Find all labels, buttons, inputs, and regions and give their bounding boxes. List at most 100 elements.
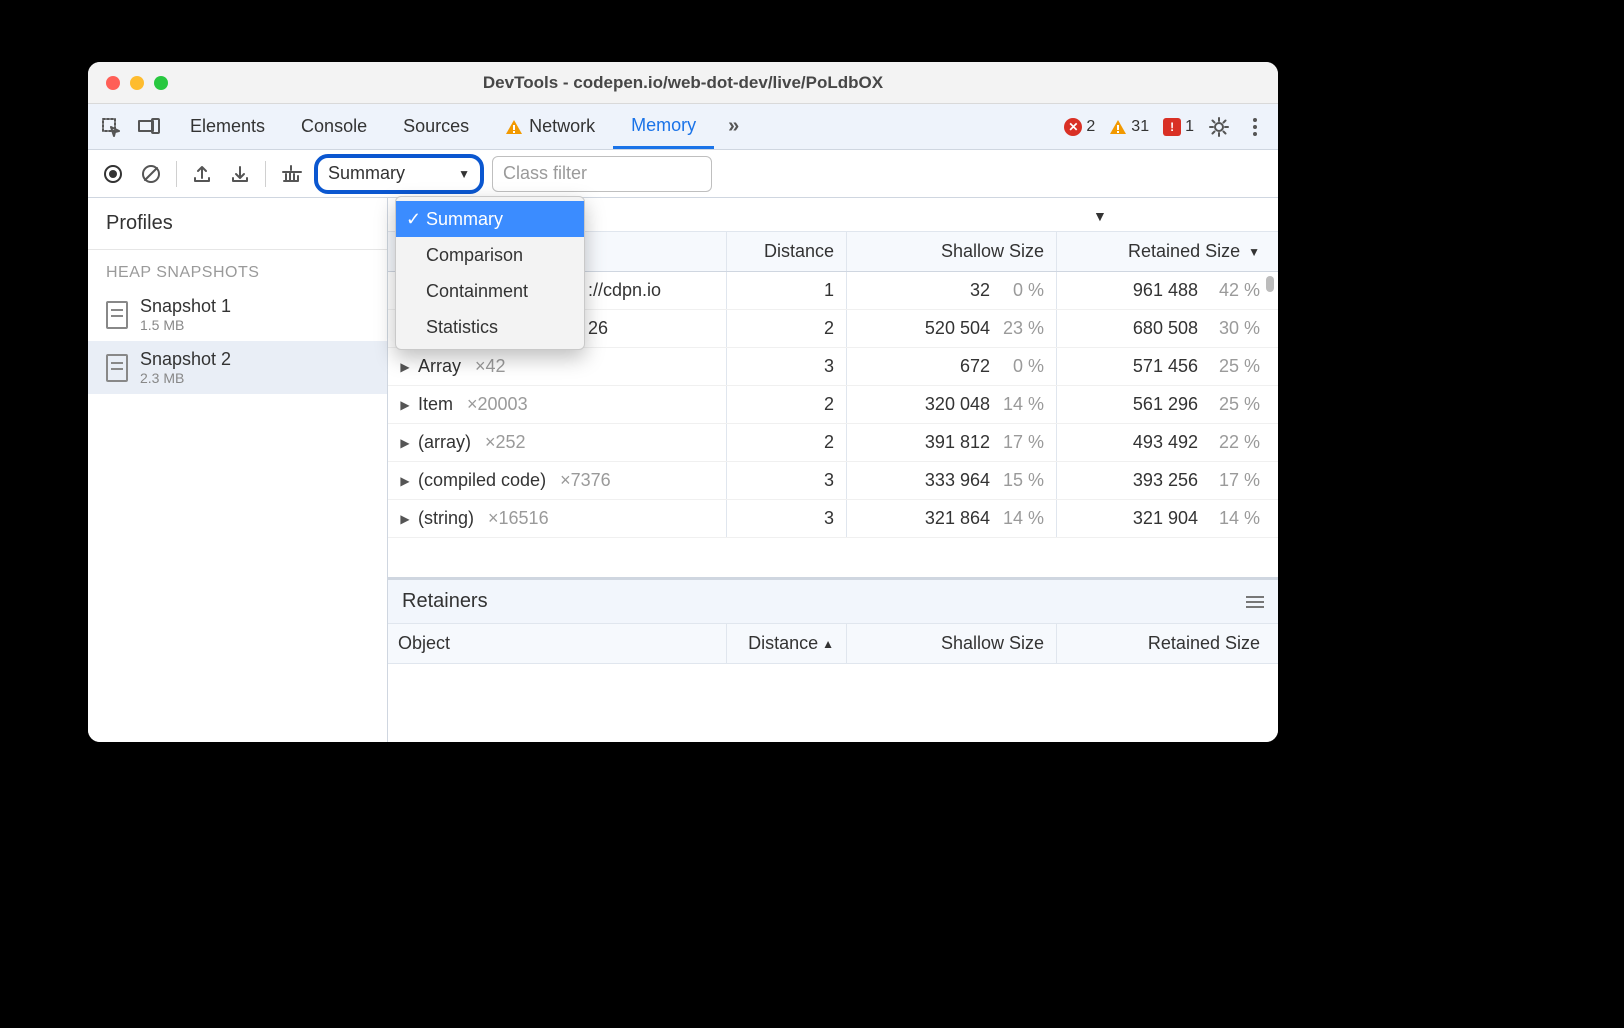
- ret-col-retained[interactable]: Retained Size: [1056, 624, 1278, 663]
- row-name: Item: [418, 394, 453, 415]
- disclosure-icon[interactable]: ▶: [398, 512, 412, 526]
- row-shallow-pct: 0 %: [1000, 356, 1044, 377]
- zoom-window-button[interactable]: [154, 76, 168, 90]
- inspect-element-icon[interactable]: [96, 112, 126, 142]
- view-select-label: Summary: [328, 163, 405, 184]
- row-shallow-pct: 17 %: [1000, 432, 1044, 453]
- tab-network[interactable]: Network: [487, 104, 613, 149]
- dropdown-label: Statistics: [426, 317, 498, 338]
- retainers-menu-icon[interactable]: [1246, 596, 1264, 608]
- kebab-menu-icon[interactable]: [1240, 112, 1270, 142]
- class-filter-input[interactable]: [492, 156, 712, 192]
- table-row[interactable]: ▶ (compiled code) ×7376 3 333 96415 % 39…: [388, 462, 1278, 500]
- snapshot-icon: [106, 354, 128, 382]
- col-label: Shallow Size: [941, 241, 1044, 262]
- row-retained-pct: 17 %: [1216, 470, 1260, 491]
- device-toolbar-icon[interactable]: [134, 112, 164, 142]
- tab-sources[interactable]: Sources: [385, 104, 487, 149]
- row-retained-pct: 30 %: [1216, 318, 1260, 339]
- col-label: Retained Size: [1148, 633, 1260, 654]
- row-shallow: 321 864: [910, 508, 990, 529]
- col-distance[interactable]: Distance: [726, 232, 846, 271]
- devtools-tabbar: Elements Console Sources Network Memory …: [88, 104, 1278, 150]
- more-tabs-button[interactable]: »: [722, 115, 745, 138]
- retainers-header: Retainers: [388, 580, 1278, 624]
- scrollbar[interactable]: [1266, 276, 1274, 292]
- warning-count-badge[interactable]: 31: [1105, 118, 1153, 136]
- col-label: Distance: [748, 633, 818, 654]
- table-row[interactable]: ▶ Array ×42 3 6720 % 571 45625 %: [388, 348, 1278, 386]
- tab-memory[interactable]: Memory: [613, 104, 714, 149]
- tab-console[interactable]: Console: [283, 104, 385, 149]
- row-shallow-pct: 14 %: [1000, 394, 1044, 415]
- row-retained: 321 904: [1118, 508, 1198, 529]
- row-name: ://cdpn.io: [588, 280, 661, 301]
- col-retained[interactable]: Retained Size ▼: [1056, 232, 1278, 271]
- row-shallow-pct: 0 %: [1000, 280, 1044, 301]
- collect-garbage-icon[interactable]: [276, 159, 306, 189]
- view-select[interactable]: Summary ▼: [314, 154, 484, 194]
- dropdown-item-summary[interactable]: Summary: [396, 201, 584, 237]
- retainers-pane: Retainers Object Distance ▲ Shallow Size…: [388, 577, 1278, 742]
- snapshot-icon: [106, 301, 128, 329]
- tab-label: Network: [529, 116, 595, 137]
- sort-asc-icon: ▲: [822, 637, 834, 651]
- close-window-button[interactable]: [106, 76, 120, 90]
- row-name: (array): [418, 432, 471, 453]
- record-button[interactable]: [98, 159, 128, 189]
- snapshot-text: Snapshot 1 1.5 MB: [140, 296, 231, 333]
- snapshot-text: Snapshot 2 2.3 MB: [140, 349, 231, 386]
- snapshot-name: Snapshot 1: [140, 296, 231, 317]
- row-retained: 571 456: [1118, 356, 1198, 377]
- row-retained-pct: 14 %: [1216, 508, 1260, 529]
- disclosure-icon[interactable]: ▶: [398, 398, 412, 412]
- row-retained: 393 256: [1118, 470, 1198, 491]
- row-retained-pct: 22 %: [1216, 432, 1260, 453]
- memory-toolbar: Summary ▼ Summary Comparison Containment…: [88, 150, 1278, 198]
- minimize-window-button[interactable]: [130, 76, 144, 90]
- row-distance: 2: [824, 394, 834, 415]
- separator: [176, 161, 177, 187]
- dropdown-label: Containment: [426, 281, 528, 302]
- table-row[interactable]: ▶ Item ×20003 2 320 04814 % 561 29625 %: [388, 386, 1278, 424]
- ret-col-object[interactable]: Object: [388, 633, 726, 654]
- row-retained: 961 488: [1118, 280, 1198, 301]
- error-count-badge[interactable]: ✕ 2: [1060, 118, 1099, 136]
- col-label: Shallow Size: [941, 633, 1044, 654]
- row-retained-pct: 25 %: [1216, 356, 1260, 377]
- disclosure-icon[interactable]: ▶: [398, 474, 412, 488]
- retainers-columns: Object Distance ▲ Shallow Size Retained …: [388, 624, 1278, 664]
- error-count: 2: [1086, 118, 1095, 136]
- table-row[interactable]: ▶ (array) ×252 2 391 81217 % 493 49222 %: [388, 424, 1278, 462]
- dropdown-item-comparison[interactable]: Comparison: [396, 237, 584, 273]
- window-titlebar: DevTools - codepen.io/web-dot-dev/live/P…: [88, 62, 1278, 104]
- snapshot-item[interactable]: Snapshot 1 1.5 MB: [88, 288, 387, 341]
- dropdown-item-containment[interactable]: Containment: [396, 273, 584, 309]
- disclosure-icon[interactable]: ▶: [398, 360, 412, 374]
- error-icon: ✕: [1064, 118, 1082, 136]
- col-shallow[interactable]: Shallow Size: [846, 232, 1056, 271]
- row-distance: 2: [824, 318, 834, 339]
- tab-label: Memory: [631, 115, 696, 136]
- warning-count: 31: [1131, 118, 1149, 136]
- settings-gear-icon[interactable]: [1204, 112, 1234, 142]
- main-area: Profiles HEAP SNAPSHOTS Snapshot 1 1.5 M…: [88, 198, 1278, 742]
- tab-label: Elements: [190, 116, 265, 137]
- load-profile-icon[interactable]: [187, 159, 217, 189]
- tab-elements[interactable]: Elements: [172, 104, 283, 149]
- panel-tabs: Elements Console Sources Network Memory: [172, 104, 714, 149]
- table-row[interactable]: ▶ (string) ×16516 3 321 86414 % 321 9041…: [388, 500, 1278, 538]
- clear-button[interactable]: [136, 159, 166, 189]
- row-name: 26: [588, 318, 608, 339]
- row-retained: 680 508: [1118, 318, 1198, 339]
- message-count-badge[interactable]: ! 1: [1159, 118, 1198, 136]
- disclosure-icon[interactable]: ▶: [398, 436, 412, 450]
- save-profile-icon[interactable]: [225, 159, 255, 189]
- filter-dropdown-caret-icon[interactable]: ▼: [1093, 208, 1107, 224]
- snapshot-item[interactable]: Snapshot 2 2.3 MB: [88, 341, 387, 394]
- ret-col-shallow[interactable]: Shallow Size: [846, 624, 1056, 663]
- ret-col-distance[interactable]: Distance ▲: [726, 624, 846, 663]
- sidebar-section-label: HEAP SNAPSHOTS: [88, 250, 387, 288]
- sidebar-title: Profiles: [88, 198, 387, 250]
- dropdown-item-statistics[interactable]: Statistics: [396, 309, 584, 345]
